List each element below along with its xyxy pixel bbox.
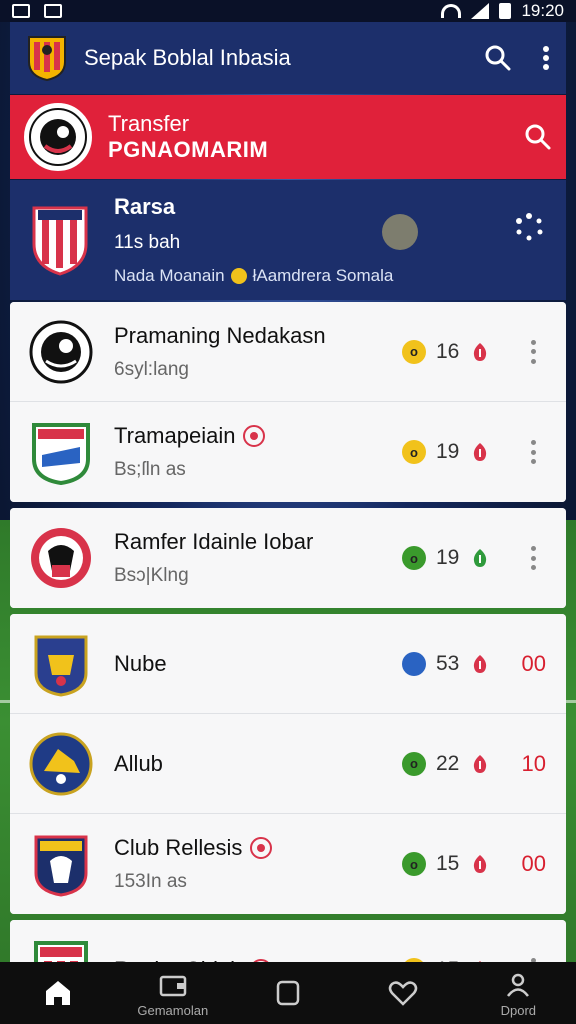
nav-label: Dpord: [500, 1002, 537, 1018]
club-crest-icon: [31, 528, 91, 588]
stat-number: 16: [436, 339, 460, 363]
square-icon: [276, 980, 300, 1006]
club-row[interactable]: Pramaning Nedakasn 6syl:lang o 16: [10, 302, 566, 402]
wifi-icon: [441, 4, 462, 18]
nav-item-square[interactable]: [233, 977, 343, 1009]
club-row[interactable]: Tramapeiain Bs;ſln as o 19: [10, 402, 566, 502]
nav-label: Gemamolan: [137, 1002, 209, 1018]
club-list: Pramaning Nedakasn 6syl:lang o 16 Tramap…: [10, 302, 566, 1024]
featured-score: 11s bah: [114, 232, 181, 253]
club-name: Tramapeiain: [114, 423, 236, 448]
club-name: Pramaning Nedakasn: [114, 322, 326, 348]
club-crest-icon: [29, 732, 93, 795]
club-crest-icon: [29, 320, 93, 383]
featured-meta-right: łAamdrera Somala: [252, 266, 394, 285]
stat-number: 19: [436, 546, 460, 569]
nav-item-home[interactable]: [3, 977, 113, 1009]
badge-icon: [250, 837, 273, 859]
row-menu-icon[interactable]: [530, 339, 536, 364]
club-row[interactable]: Nube 53 00: [10, 614, 566, 714]
nav-item-wallet[interactable]: Gemamolan: [118, 969, 228, 1018]
featured-match-card[interactable]: Rarsa 11s bah Nada Moanain łAamdrera Som…: [10, 180, 566, 300]
badge-icon: [243, 425, 266, 447]
gallery-icon: [12, 4, 30, 18]
status-bar: 19:20: [0, 0, 576, 22]
club-name: Allub: [114, 750, 163, 776]
row-menu-icon[interactable]: [530, 546, 536, 570]
flame-icon: [474, 654, 487, 673]
club-name: Club Rellesis: [114, 835, 243, 860]
heart-icon: [388, 981, 418, 1006]
app-bar: Sepak Boblal Inbasia: [10, 22, 566, 94]
banner-search-icon[interactable]: [524, 123, 552, 151]
club-name: Nube: [114, 650, 167, 676]
clock: 19:20: [521, 1, 564, 20]
featured-meta-left: Nada Moanain: [114, 266, 225, 285]
stat-number: 53: [436, 651, 460, 675]
status-pill: o: [402, 440, 426, 464]
banner-subtitle: PGNAOMARIM: [108, 137, 269, 162]
ball-icon: [382, 214, 418, 250]
row-value: 00: [521, 650, 546, 676]
nav-item-profile[interactable]: Dpord: [463, 969, 573, 1018]
club-name: Ramfer Idainle Iobar: [114, 529, 314, 554]
app-title: Sepak Boblal Inbasia: [84, 45, 291, 70]
club-group: Ramfer Idainle Iobar Bsɔ|Klng o 19: [10, 508, 566, 608]
status-pill: o: [402, 546, 426, 570]
search-icon[interactable]: [484, 44, 512, 72]
message-icon: [44, 4, 62, 18]
wallet-icon: [159, 975, 187, 996]
more-menu-icon[interactable]: [542, 45, 550, 71]
status-pill: o: [402, 852, 426, 876]
flame-icon: [474, 342, 487, 361]
bottom-navigation: Gemamolan Dpord: [0, 962, 576, 1024]
stat-number: 19: [436, 440, 460, 463]
status-pill: o: [402, 751, 426, 776]
featured-crest-icon: [32, 206, 88, 276]
stat-number: 15: [436, 852, 460, 875]
status-pill: o: [402, 339, 426, 364]
row-menu-icon[interactable]: [530, 440, 536, 464]
club-row[interactable]: Ramfer Idainle Iobar Bsɔ|Klng o 19: [10, 508, 566, 608]
club-crest-icon: [34, 635, 88, 697]
club-group: Pramaning Nedakasn 6syl:lang o 16 Tramap…: [10, 302, 566, 502]
status-pill: [402, 651, 426, 676]
banner-title: Transfer: [108, 111, 190, 136]
battery-icon: [499, 3, 512, 19]
flame-icon: [474, 754, 487, 773]
app-logo-icon: [28, 36, 66, 82]
flame-icon: [474, 443, 487, 461]
club-row[interactable]: Allub o 22 10: [10, 714, 566, 814]
signal-icon: [471, 3, 490, 19]
nav-item-heart[interactable]: [348, 977, 458, 1009]
coin-icon: [230, 268, 247, 284]
profile-icon: [507, 973, 530, 997]
loading-icon: [516, 213, 543, 241]
club-crest-icon: [32, 423, 90, 485]
row-value: 00: [521, 851, 546, 876]
flame-icon: [474, 855, 487, 873]
row-value: 10: [521, 750, 546, 776]
stat-number: 22: [436, 751, 460, 775]
club-group: Nube 53 00 Allub o 22 10 Club Rellesis 1…: [10, 614, 566, 914]
transfer-banner[interactable]: Transfer PGNAOMARIM: [10, 95, 566, 179]
featured-club-name: Rarsa: [114, 194, 176, 219]
flame-icon: [474, 549, 487, 567]
home-icon: [45, 981, 70, 1005]
club-crest-icon: [34, 835, 88, 897]
club-badge-icon: [24, 103, 92, 171]
club-row[interactable]: Club Rellesis 153In as o 15 00: [10, 814, 566, 914]
